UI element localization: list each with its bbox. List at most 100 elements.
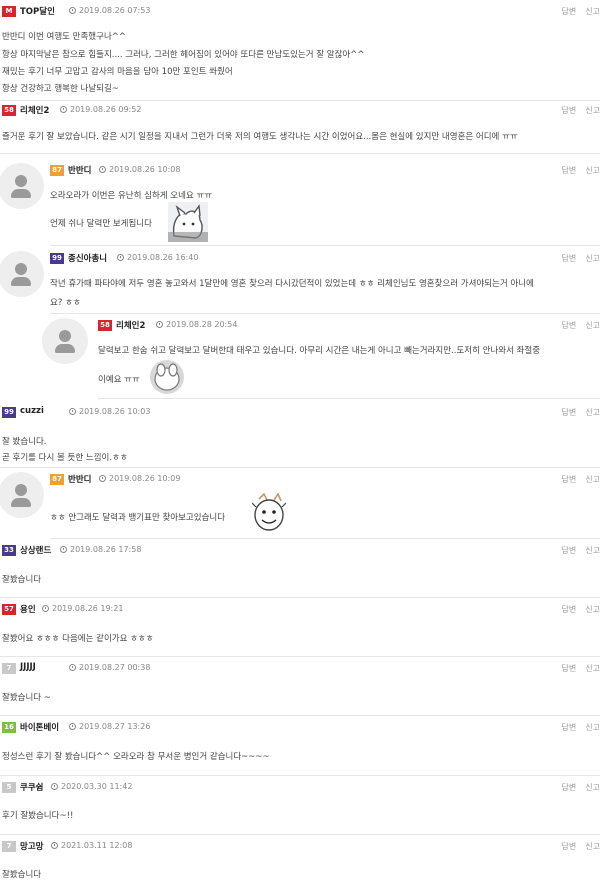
comment-author[interactable]: 리체인2: [20, 104, 49, 116]
report-button[interactable]: 신고: [585, 106, 600, 115]
reply-button[interactable]: 답변: [562, 166, 577, 175]
comment-text-line: 잘봤습니다: [2, 870, 42, 880]
level-badge: 57: [2, 604, 16, 615]
report-button[interactable]: 신고: [585, 605, 600, 614]
comment-divider: [50, 538, 600, 539]
comment-timestamp: 2019.08.26 10:03: [69, 407, 150, 416]
comment-divider: [0, 775, 600, 776]
level-badge: 16: [2, 722, 16, 733]
report-button[interactable]: 신고: [585, 783, 600, 792]
user-avatar-icon[interactable]: [0, 472, 44, 518]
report-button[interactable]: 신고: [585, 254, 600, 263]
comment-timestamp: 2019.08.26 19:21: [42, 604, 123, 613]
comment-text-line: 항상 건강하고 행복한 나날되길~: [2, 84, 119, 94]
clock-icon: [117, 254, 124, 261]
comment-author[interactable]: 반반디: [68, 164, 91, 176]
comment-divider: [0, 834, 600, 835]
clock-icon: [51, 842, 58, 849]
comment-author[interactable]: TOP달인: [20, 5, 55, 17]
comment-actions: 답변 신고: [553, 407, 600, 418]
comment-actions: 답변 신고: [553, 320, 600, 331]
comment-actions: 답변 신고: [553, 545, 600, 556]
report-button[interactable]: 신고: [585, 408, 600, 417]
report-button[interactable]: 신고: [585, 321, 600, 330]
comment-text-line: 요? ㅎㅎ: [50, 298, 81, 308]
comment-timestamp: 2019.08.27 13:26: [69, 722, 150, 731]
comment-text-line: 항상 마지막날은 참으로 힘들지.... 그러나, 그러한 헤어짐이 있어야 또…: [2, 50, 365, 60]
comment-actions: 답변 신고: [553, 604, 600, 615]
reply-button[interactable]: 답변: [562, 842, 577, 851]
comment-divider: [0, 656, 600, 657]
comment-author[interactable]: cuzzi: [20, 406, 44, 416]
comment-text-line: 반반디 이번 여행도 만족했구나^^: [2, 32, 127, 42]
clock-icon: [60, 546, 67, 553]
reply-button[interactable]: 답변: [562, 7, 577, 16]
reply-button[interactable]: 답변: [562, 254, 577, 263]
comment-timestamp: 2019.08.26 07:53: [69, 6, 150, 15]
comment-text-line: 잘봤어요 ㅎㅎㅎ 다음에는 같이가요 ㅎㅎㅎ: [2, 634, 154, 644]
comment-author[interactable]: 리체인2: [116, 319, 145, 331]
sticker-image: [150, 360, 184, 398]
comment-author[interactable]: 반반디: [68, 473, 91, 485]
comment-author[interactable]: 쿠쿠쉼: [20, 781, 43, 793]
sticker-image: [251, 492, 287, 537]
level-badge: 33: [2, 545, 16, 556]
user-avatar-icon[interactable]: [42, 318, 88, 364]
comment-text-line: 오라오라가 이번은 유난히 심하게 오네요 ㅠㅠ: [50, 191, 213, 201]
comment-text-line: 작년 휴가때 파타야에 저두 영혼 놓고와서 1달만에 영혼 찾으러 다시갔던적…: [50, 279, 534, 289]
comment-timestamp: 2019.08.26 09:52: [60, 105, 141, 114]
report-button[interactable]: 신고: [585, 842, 600, 851]
comment-timestamp: 2019.08.26 10:09: [99, 474, 180, 483]
level-badge: 99: [2, 407, 16, 418]
comment-author[interactable]: 상상랜드: [20, 544, 51, 556]
reply-button[interactable]: 답변: [562, 783, 577, 792]
comment-author[interactable]: 용인: [20, 603, 36, 615]
comment-divider: [0, 100, 600, 101]
report-button[interactable]: 신고: [585, 664, 600, 673]
comment-text-line: 이예요 ㅠㅠ: [98, 375, 140, 385]
comment-divider: [98, 398, 600, 399]
comment-text-line: 정성스런 후기 잘 봤습니다^^ 오라오라 참 무서운 병인거 같습니다~~~~: [2, 752, 270, 762]
level-badge: M: [2, 6, 16, 17]
reply-button[interactable]: 답변: [562, 321, 577, 330]
comment-divider: [50, 313, 600, 314]
clock-icon: [42, 605, 49, 612]
level-badge: 7: [2, 663, 16, 674]
clock-icon: [69, 408, 76, 415]
comment-timestamp: 2019.08.27 00:38: [69, 663, 150, 672]
comment-text-line: 잘봤습니다: [2, 575, 42, 585]
report-button[interactable]: 신고: [585, 475, 600, 484]
report-button[interactable]: 신고: [585, 166, 600, 175]
comment-actions: 답변 신고: [553, 782, 600, 793]
comment-author[interactable]: 망고망: [20, 840, 43, 852]
reply-button[interactable]: 답변: [562, 605, 577, 614]
reply-button[interactable]: 답변: [562, 408, 577, 417]
report-button[interactable]: 신고: [585, 546, 600, 555]
comment-text-line: 달력보고 한숨 쉬고 달력보고 달버한대 태우고 있습니다. 아무리 시간은 내…: [98, 346, 541, 356]
comment-divider: [0, 153, 600, 154]
level-badge: 7: [2, 841, 16, 852]
reply-button[interactable]: 답변: [562, 546, 577, 555]
comment-divider: [0, 715, 600, 716]
comment-text-line: 즐거운 후기 잘 보았습니다. 같은 시기 일정을 지내서 그런가 더욱 저의 …: [2, 132, 518, 142]
reply-button[interactable]: 답변: [562, 106, 577, 115]
comment-author[interactable]: 종신아총니: [68, 252, 107, 264]
clock-icon: [99, 475, 106, 482]
user-avatar-icon[interactable]: [0, 251, 44, 297]
comment-author[interactable]: 바이톤베이: [20, 721, 59, 733]
comment-divider: [50, 245, 600, 246]
comment-text-line: 곧 후기를 다시 볼 듯한 느낌이.ㅎㅎ: [2, 453, 128, 463]
reply-button[interactable]: 답변: [562, 475, 577, 484]
comment-actions: 답변 신고: [553, 474, 600, 485]
level-badge: 87: [50, 165, 64, 176]
comment-text-line: 잘봤습니다 ~: [2, 693, 51, 703]
user-avatar-icon[interactable]: [0, 163, 44, 209]
reply-button[interactable]: 답변: [562, 664, 577, 673]
comment-author[interactable]: JJJJJ: [20, 662, 36, 672]
level-badge: 99: [50, 253, 64, 264]
level-badge: 58: [2, 105, 16, 116]
reply-button[interactable]: 답변: [562, 723, 577, 732]
comment-actions: 답변 신고: [553, 663, 600, 674]
report-button[interactable]: 신고: [585, 7, 600, 16]
report-button[interactable]: 신고: [585, 723, 600, 732]
